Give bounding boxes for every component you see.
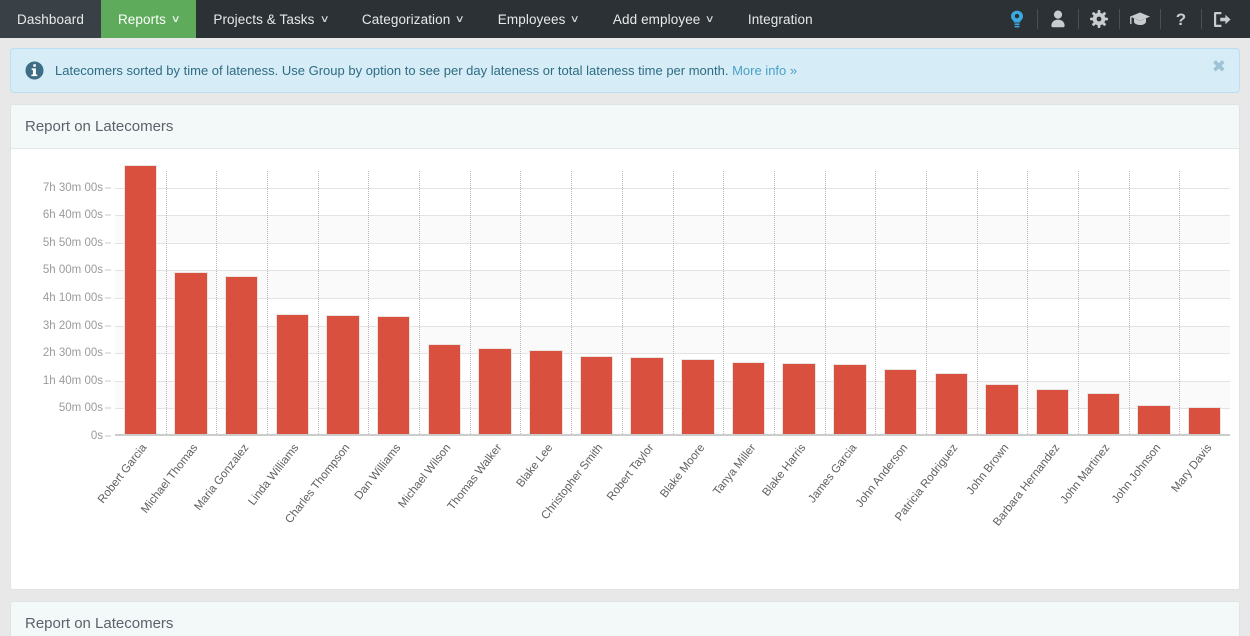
- bar[interactable]: [326, 315, 360, 434]
- chevron-down-icon: ∨: [170, 13, 181, 25]
- nav-item-employees[interactable]: Employees ∨: [481, 0, 596, 38]
- nav-item-dashboard[interactable]: Dashboard: [0, 0, 101, 38]
- more-info-link[interactable]: More info »: [732, 63, 797, 78]
- y-axis-label: 5h 00m 00s: [42, 264, 103, 277]
- nav-item-label: Add employee: [612, 11, 701, 27]
- lightbulb-icon[interactable]: [997, 0, 1037, 38]
- bar[interactable]: [731, 362, 766, 434]
- bar[interactable]: [681, 358, 715, 434]
- bar[interactable]: [275, 314, 310, 434]
- bar[interactable]: [377, 316, 411, 434]
- nav-item-projects-tasks[interactable]: Projects & Tasks ∨: [196, 0, 345, 38]
- y-axis-label: 4h 10m 00s: [42, 291, 103, 304]
- y-axis-tick: [105, 435, 111, 437]
- y-axis-tick: [105, 352, 111, 354]
- page-title-secondary: Report on Latecomers: [11, 602, 1239, 636]
- bar[interactable]: [123, 165, 158, 434]
- y-axis-tick: [105, 297, 111, 299]
- y-axis-label: 50m 00s: [58, 402, 103, 415]
- y-axis-label: 6h 40m 00s: [42, 209, 103, 222]
- nav-item-label: Projects & Tasks: [213, 11, 315, 27]
- y-axis-tick: [105, 187, 111, 189]
- x-axis: Robert Garcia Michael Thomas Maria Gonzale…: [96, 438, 1230, 578]
- y-axis-label: 3h 20m 00s: [42, 319, 103, 332]
- bar-series: [115, 165, 1230, 434]
- bar[interactable]: [985, 384, 1019, 434]
- graduation-cap-icon[interactable]: [1120, 0, 1160, 38]
- y-axis-tick: [105, 407, 111, 409]
- page-title: Report on Latecomers: [11, 105, 1239, 149]
- alert-message: Latecomers sorted by time of lateness. U…: [55, 63, 797, 78]
- nav-item-label: Integration: [747, 11, 813, 27]
- help-question-glyph: ?: [1175, 9, 1187, 29]
- gear-icon[interactable]: [1079, 0, 1119, 38]
- bar[interactable]: [1137, 404, 1171, 434]
- y-axis-label: 2h 30m 00s: [42, 347, 103, 360]
- y-axis-tick: [105, 242, 111, 244]
- bar[interactable]: [174, 272, 208, 434]
- alert-message-text: Latecomers sorted by time of lateness. U…: [55, 63, 733, 78]
- y-axis-label: 5h 50m 00s: [42, 236, 103, 249]
- bar[interactable]: [427, 343, 462, 434]
- bar[interactable]: [630, 356, 664, 434]
- bar[interactable]: [529, 350, 563, 434]
- nav-item-label: Reports: [117, 11, 166, 27]
- bar[interactable]: [833, 364, 867, 434]
- y-axis-label: 1h 40m 00s: [42, 374, 103, 387]
- chevron-down-icon: ∨: [705, 13, 716, 25]
- chevron-down-icon: ∨: [319, 13, 330, 25]
- logout-icon[interactable]: [1202, 0, 1242, 38]
- info-circle-icon: [25, 61, 44, 80]
- bar[interactable]: [579, 355, 614, 434]
- chevron-down-icon: ∨: [455, 13, 466, 25]
- y-axis: 0s 50m 00s 1h 40m 00s 2h 30m 00s 3h 20m 00s 4…: [11, 149, 115, 589]
- y-axis-label: 7h 30m 00s: [42, 181, 103, 194]
- bar[interactable]: [1035, 388, 1070, 434]
- chart-container: 0s 50m 00s 1h 40m 00s 2h 30m 00s 3h 20m 00s 4…: [11, 149, 1239, 589]
- navbar-menu: Dashboard Reports ∨ Projects & Tasks ∨ Catego…: [0, 0, 830, 38]
- navbar-icon-group: ?: [997, 0, 1250, 38]
- info-alert: Latecomers sorted by time of lateness. U…: [10, 48, 1240, 93]
- chevron-down-icon: ∨: [570, 13, 581, 25]
- nav-item-label: Employees: [497, 11, 566, 27]
- report-panel: Report on Latecomers 0s 50m 00s 1h 40m 00s…: [10, 104, 1240, 590]
- bar[interactable]: [883, 368, 918, 434]
- nav-item-add-employee[interactable]: Add employee ∨: [596, 0, 731, 38]
- close-icon[interactable]: ✖: [1212, 58, 1226, 75]
- nav-item-integration[interactable]: Integration: [731, 0, 830, 38]
- nav-item-reports[interactable]: Reports ∨: [100, 0, 197, 38]
- y-axis-tick: [105, 325, 111, 327]
- plot-area: [115, 165, 1230, 436]
- help-question-icon[interactable]: ?: [1161, 0, 1201, 38]
- latecomers-bar-chart: 0s 50m 00s 1h 40m 00s 2h 30m 00s 3h 20m 00s 4…: [11, 149, 1239, 589]
- y-axis-label: 0s: [90, 430, 103, 442]
- y-axis-tick: [105, 380, 111, 382]
- user-icon[interactable]: [1038, 0, 1078, 38]
- bar[interactable]: [1187, 407, 1222, 434]
- bar[interactable]: [1086, 392, 1120, 434]
- y-axis-tick: [105, 269, 111, 271]
- nav-item-categorization[interactable]: Categorization ∨: [345, 0, 481, 38]
- bar[interactable]: [782, 363, 816, 434]
- bar[interactable]: [478, 348, 512, 434]
- nav-item-label: Dashboard: [17, 11, 84, 27]
- top-navbar: Dashboard Reports ∨ Projects & Tasks ∨ Catego…: [0, 0, 1250, 38]
- bar[interactable]: [934, 373, 968, 434]
- bar[interactable]: [224, 275, 259, 434]
- nav-item-label: Categorization: [361, 11, 451, 27]
- y-axis-tick: [105, 214, 111, 216]
- report-panel-secondary: Report on Latecomers: [10, 601, 1240, 636]
